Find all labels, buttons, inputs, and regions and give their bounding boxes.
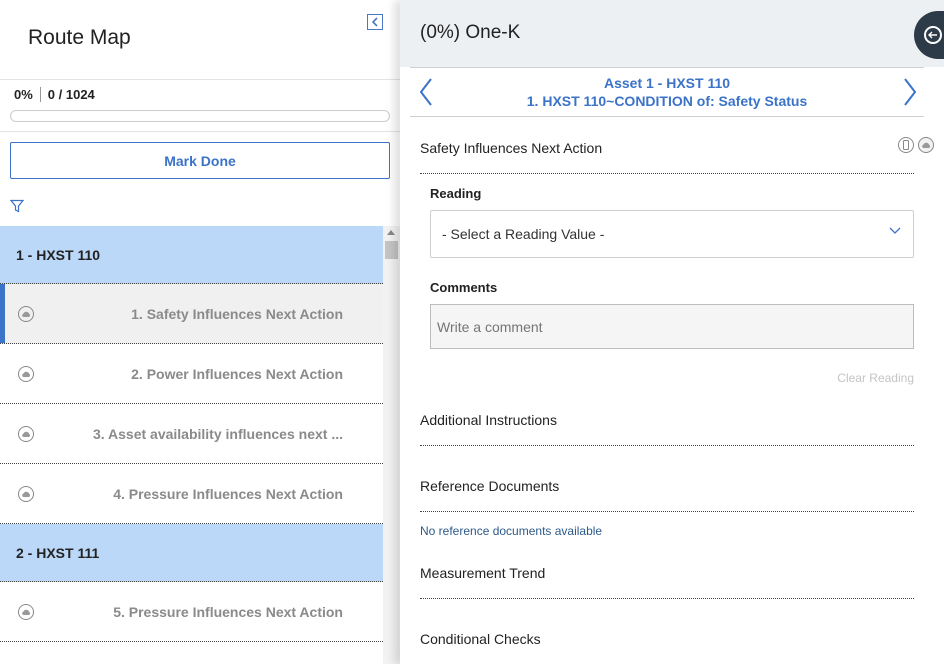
route-step-label: 2. Power Influences Next Action [131,365,343,382]
cloud-icon [18,486,34,502]
conditional-checks-section[interactable]: Conditional Checks [420,631,914,664]
reading-label: Reading [430,186,482,201]
cloud-icon [18,366,34,382]
reference-documents-title: Reference Documents [420,478,560,494]
divider [0,131,400,132]
previous-step-button[interactable] [418,77,434,112]
step-navigator-title: Asset 1 - HXST 110 1. HXST 110~CONDITION… [450,74,884,110]
progress-separator [39,87,41,102]
cloud-icon [18,306,34,322]
scroll-thumb[interactable] [385,241,398,259]
progress-percent: 0% [14,87,33,102]
progress-summary: 0% 0 / 1024 [14,87,95,102]
route-step-item[interactable]: 4. Pressure Influences Next Action [0,464,383,524]
chevron-down-icon [889,227,901,234]
route-map-title: Route Map [28,26,131,49]
step-status-icons [898,137,934,153]
route-step-item[interactable]: 5. Pressure Influences Next Action [0,582,383,642]
step-title-section: Safety Influences Next Action [420,140,914,174]
route-step-item[interactable]: 1. Safety Influences Next Action [0,284,383,344]
no-reference-documents-text: No reference documents available [420,524,603,538]
route-step-label: 3. Asset availability influences next ..… [92,425,343,442]
detail-header: (0%) One-K [400,0,944,67]
chevron-left-icon [419,78,432,106]
step-navigator: Asset 1 - HXST 110 1. HXST 110~CONDITION… [410,67,924,117]
step-title: Safety Influences Next Action [420,140,603,156]
mobile-icon [898,137,914,153]
cloud-icon [18,426,34,442]
progress-count: 0 / 1024 [47,87,95,102]
cloud-icon [918,137,934,153]
reference-documents-section[interactable]: Reference Documents [420,478,914,512]
progress-bar [10,110,390,122]
step-detail-panel: (0%) One-K Asset 1 - HXST 110 1. HXST 11… [400,0,944,664]
chevron-right-icon [904,78,917,106]
filter-button[interactable] [9,199,25,218]
measurement-trend-section[interactable]: Measurement Trend [420,565,914,599]
route-list: 1 - HXST 110 1. Safety Influences Next Ac… [0,226,383,664]
mark-done-button[interactable]: Mark Done [10,142,390,179]
conditional-checks-title: Conditional Checks [420,631,541,647]
filter-icon [9,199,25,213]
route-step-label: 4. Pressure Influences Next Action [113,485,343,502]
route-list-scrollbar[interactable] [383,226,400,664]
additional-instructions-title: Additional Instructions [420,412,557,428]
reading-select[interactable]: - Select a Reading Value - [430,210,914,258]
route-title: (0%) One-K [420,22,521,43]
step-name: 1. HXST 110~CONDITION of: Safety Status [526,93,808,109]
route-step-item[interactable]: 3. Asset availability influences next ..… [0,404,383,464]
clear-reading-link[interactable]: Clear Reading [837,371,914,385]
scroll-up-arrow[interactable] [387,230,395,235]
additional-instructions-section[interactable]: Additional Instructions [420,412,914,446]
asset-group-header[interactable]: 2 - HXST 111 [0,524,383,582]
next-step-button[interactable] [902,77,918,112]
exit-icon [924,26,942,44]
route-step-item[interactable]: 2. Power Influences Next Action [0,344,383,404]
comments-label: Comments [430,280,498,295]
asset-name: Asset 1 - HXST 110 [603,75,731,91]
collapse-panel-button[interactable] [367,14,383,30]
route-map-panel: Route Map 0% 0 / 1024 Mark Done 1 - HXST… [0,0,400,664]
cloud-icon [18,604,34,620]
route-step-label: 5. Pressure Influences Next Action [113,603,343,620]
route-step-label: 1. Safety Influences Next Action [131,305,343,322]
comment-input[interactable] [430,304,914,349]
collapse-icon [371,17,378,27]
measurement-trend-title: Measurement Trend [420,565,546,581]
asset-group-header[interactable]: 1 - HXST 110 [0,226,383,284]
reading-select-value: - Select a Reading Value - [442,226,605,242]
route-map-header: Route Map [0,0,400,80]
